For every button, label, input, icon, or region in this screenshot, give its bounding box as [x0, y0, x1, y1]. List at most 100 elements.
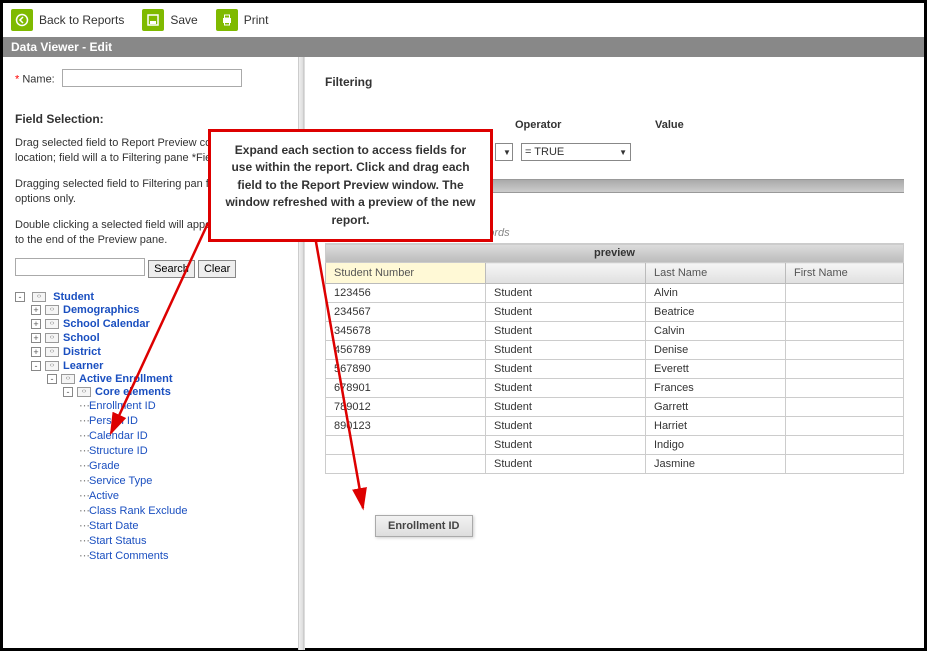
- cell-first-name: Frances: [646, 379, 786, 398]
- print-label: Print: [244, 13, 269, 27]
- cell-student-number: 567890: [326, 360, 486, 379]
- tree-node-district[interactable]: District: [63, 346, 101, 358]
- cell-last-name: Student: [486, 341, 646, 360]
- cell-last-name: Student: [486, 360, 646, 379]
- expand-icon[interactable]: -: [47, 374, 57, 384]
- name-label: Name:: [22, 74, 54, 86]
- tree-node-school[interactable]: School: [63, 332, 100, 344]
- tree-node-student[interactable]: Student: [53, 291, 94, 303]
- table-row[interactable]: 123456StudentAlvin: [326, 284, 904, 303]
- operator-dropdown[interactable]: = TRUE▼: [521, 143, 631, 161]
- tree-leaf-calendar-id[interactable]: Calendar ID: [89, 430, 148, 442]
- cell-student-number: 789012: [326, 398, 486, 417]
- expand-icon[interactable]: -: [15, 292, 25, 302]
- cell-empty: [786, 417, 904, 436]
- back-icon: [11, 9, 33, 31]
- tree-node-demographics[interactable]: Demographics: [63, 304, 139, 316]
- cell-student-number: 678901: [326, 379, 486, 398]
- drag-ghost-enrollment-id[interactable]: Enrollment ID: [375, 515, 473, 537]
- search-input[interactable]: [15, 258, 145, 276]
- save-label: Save: [170, 13, 197, 27]
- value-col-label: Value: [655, 119, 684, 131]
- col-first-name[interactable]: First Name: [786, 263, 904, 284]
- tree-leaf-grade[interactable]: Grade: [89, 460, 120, 472]
- tree-leaf-service-type[interactable]: Service Type: [89, 475, 152, 487]
- table-row[interactable]: 234567StudentBeatrice: [326, 303, 904, 322]
- cell-student-number: 234567: [326, 303, 486, 322]
- operator-value: = TRUE: [525, 146, 564, 158]
- cell-first-name: Alvin: [646, 284, 786, 303]
- cell-empty: [786, 455, 904, 474]
- cell-first-name: Garrett: [646, 398, 786, 417]
- cell-last-name: Student: [486, 436, 646, 455]
- tree-node-core-elements[interactable]: Core elements: [95, 386, 171, 398]
- instruction-callout: Expand each section to access fields for…: [208, 129, 493, 242]
- cell-empty: [786, 360, 904, 379]
- cell-last-name: Student: [486, 455, 646, 474]
- save-button[interactable]: Save: [142, 9, 197, 31]
- table-row[interactable]: 456789StudentDenise: [326, 341, 904, 360]
- tree-leaf-class-rank-exclude[interactable]: Class Rank Exclude: [89, 505, 187, 517]
- table-row[interactable]: 678901StudentFrances: [326, 379, 904, 398]
- name-input[interactable]: [62, 69, 242, 87]
- tree-node-active-enrollment[interactable]: Active Enrollment: [79, 373, 173, 385]
- print-button[interactable]: Print: [216, 9, 269, 31]
- cell-student-number: 123456: [326, 284, 486, 303]
- col-last-name[interactable]: Last Name: [646, 263, 786, 284]
- tree-leaf-start-status[interactable]: Start Status: [89, 535, 146, 547]
- toolbar: Back to Reports Save Print: [3, 3, 924, 37]
- col-student-number[interactable]: Student Number: [326, 263, 486, 284]
- node-icon: ‹›: [45, 319, 59, 329]
- table-row[interactable]: 345678StudentCalvin: [326, 322, 904, 341]
- clear-button[interactable]: Clear: [198, 260, 236, 278]
- tree-leaf-active[interactable]: Active: [89, 490, 119, 502]
- preview-table-title: preview: [326, 244, 904, 263]
- cell-empty: [786, 398, 904, 417]
- expand-icon[interactable]: -: [31, 361, 41, 371]
- expand-icon[interactable]: +: [31, 347, 41, 357]
- tree-leaf-person-id[interactable]: Person ID: [89, 415, 138, 427]
- expand-icon[interactable]: +: [31, 305, 41, 315]
- cell-first-name: Jasmine: [646, 455, 786, 474]
- cell-student-number: [326, 455, 486, 474]
- cell-first-name: Denise: [646, 341, 786, 360]
- cell-empty: [786, 303, 904, 322]
- node-icon: ‹›: [77, 387, 91, 397]
- table-row[interactable]: StudentIndigo: [326, 436, 904, 455]
- expand-icon[interactable]: +: [31, 333, 41, 343]
- search-button[interactable]: Search: [148, 260, 195, 278]
- table-row[interactable]: 890123StudentHarriet: [326, 417, 904, 436]
- print-icon: [216, 9, 238, 31]
- cell-empty: [786, 379, 904, 398]
- node-icon: ‹›: [45, 347, 59, 357]
- cell-first-name: Beatrice: [646, 303, 786, 322]
- cell-last-name: Student: [486, 303, 646, 322]
- col-blank[interactable]: [486, 263, 646, 284]
- node-icon: ‹›: [45, 361, 59, 371]
- table-row[interactable]: 789012StudentGarrett: [326, 398, 904, 417]
- cell-last-name: Student: [486, 379, 646, 398]
- back-label: Back to Reports: [39, 13, 124, 27]
- expand-icon[interactable]: -: [63, 387, 73, 397]
- table-row[interactable]: StudentJasmine: [326, 455, 904, 474]
- tree-node-learner[interactable]: Learner: [63, 360, 103, 372]
- field-dropdown[interactable]: ▼: [495, 143, 513, 161]
- tree-node-schoolcal[interactable]: School Calendar: [63, 318, 150, 330]
- field-tree: - ‹› Student + ‹› Demographics + ‹› School C…: [15, 290, 292, 567]
- cell-first-name: Everett: [646, 360, 786, 379]
- field-selection-label: Field Selection:: [15, 112, 292, 126]
- node-icon: ‹›: [45, 333, 59, 343]
- tree-leaf-start-comments[interactable]: Start Comments: [89, 550, 168, 562]
- expand-icon[interactable]: +: [31, 319, 41, 329]
- operator-col-label: Operator: [515, 119, 625, 131]
- cell-first-name: Harriet: [646, 417, 786, 436]
- tree-leaf-enrollment-id[interactable]: Enrollment ID: [89, 400, 156, 412]
- cell-last-name: Student: [486, 322, 646, 341]
- tree-leaf-structure-id[interactable]: Structure ID: [89, 445, 148, 457]
- cell-last-name: Student: [486, 284, 646, 303]
- table-row[interactable]: 567890StudentEverett: [326, 360, 904, 379]
- tree-leaf-start-date[interactable]: Start Date: [89, 520, 139, 532]
- back-button[interactable]: Back to Reports: [11, 9, 124, 31]
- node-icon: ‹›: [45, 305, 59, 315]
- cell-empty: [786, 341, 904, 360]
